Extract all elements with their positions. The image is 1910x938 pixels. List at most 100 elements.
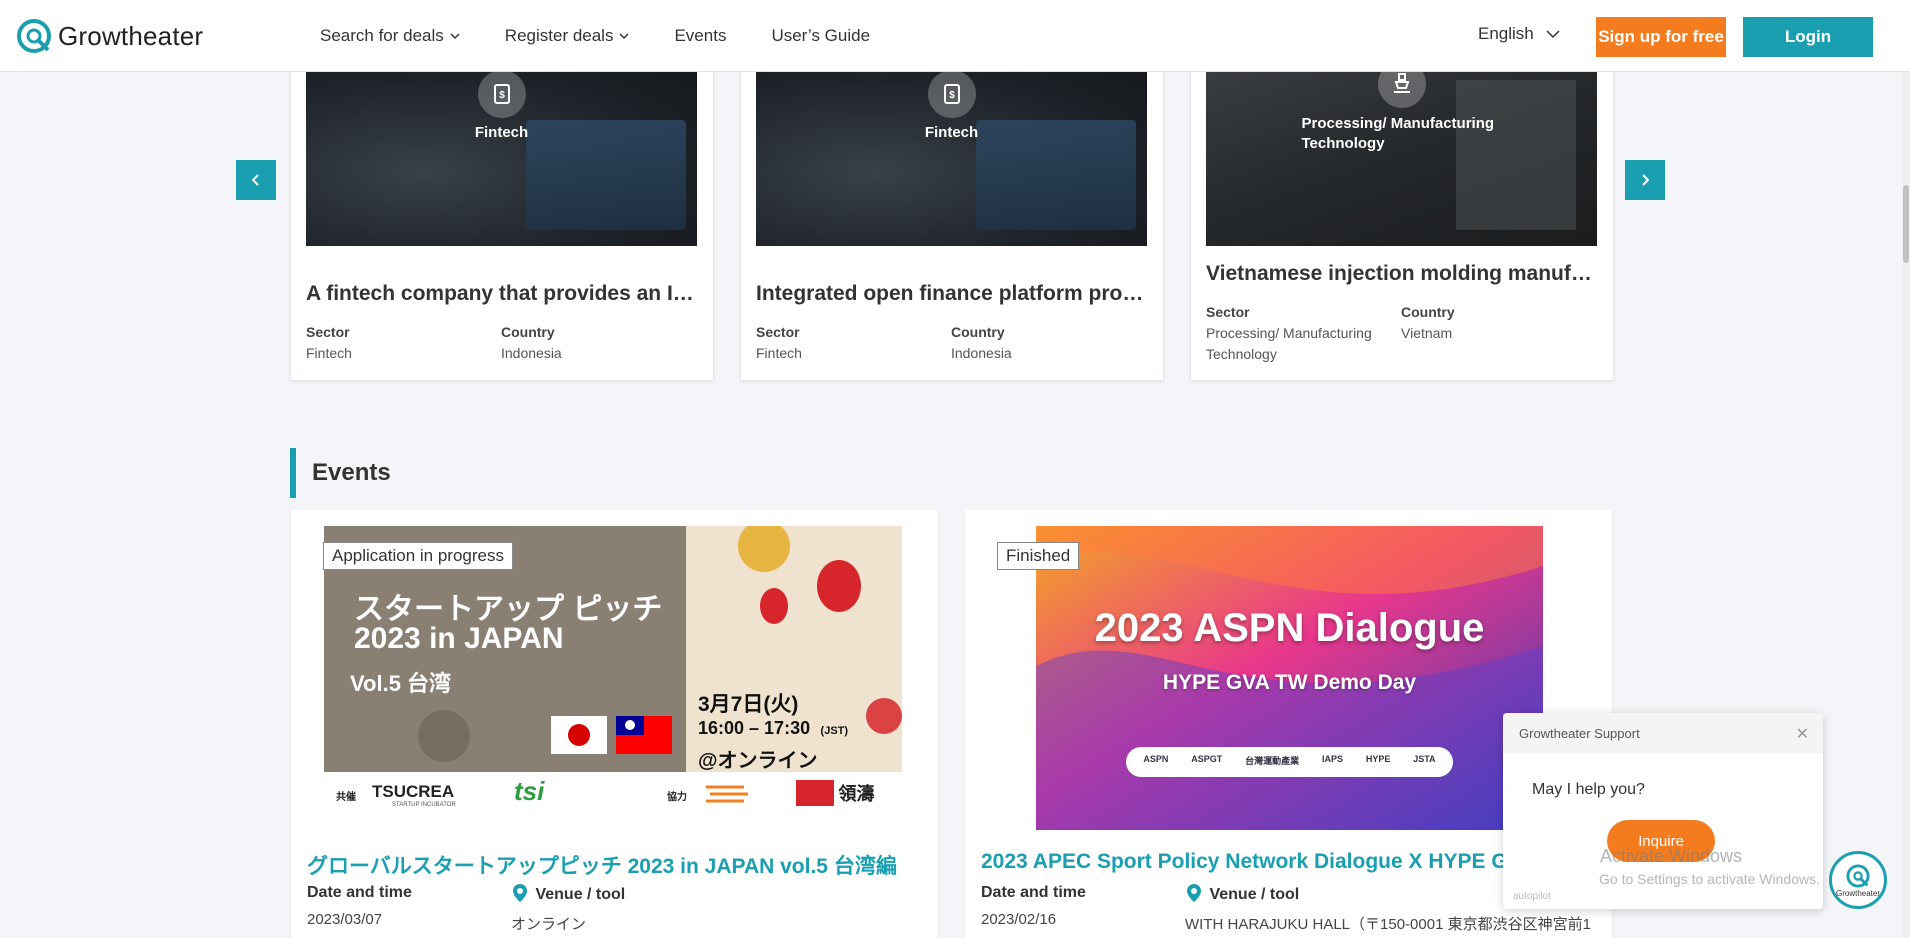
event-banner-image: 2023 ASPN Dialogue HYPE GVA TW Demo Day … bbox=[1036, 526, 1543, 830]
chevron-right-icon bbox=[1642, 174, 1650, 186]
banner-subtitle: HYPE GVA TW Demo Day bbox=[1162, 671, 1417, 694]
nav-label: User’s Guide bbox=[771, 26, 871, 45]
chevron-down-icon bbox=[450, 33, 460, 40]
scrollbar-thumb[interactable] bbox=[1903, 185, 1909, 263]
banner-online: @オンライン bbox=[698, 750, 818, 772]
banner-timezone: (JST) bbox=[820, 725, 849, 737]
windows-activation-title: Activate Windows bbox=[1600, 846, 1743, 866]
partner-logo-graphic bbox=[706, 785, 748, 803]
sponsor-logo: HYPE bbox=[1365, 754, 1391, 764]
deal-image: Processing/ Manufacturing Technology bbox=[1206, 60, 1597, 246]
event-venue-label: Venue / tool bbox=[513, 884, 625, 904]
banner-time-row: 16:00 – 17:30 (JST) bbox=[698, 718, 848, 739]
linkage-logo-mark bbox=[796, 780, 834, 806]
site-header: Growtheater Search for deals Register de… bbox=[0, 0, 1910, 72]
event-venue-value: オンライン bbox=[511, 916, 587, 933]
banner-date: 3月7日(火) bbox=[698, 693, 799, 716]
svg-text:$: $ bbox=[499, 90, 505, 101]
nav-events[interactable]: Events bbox=[674, 26, 726, 46]
nav-label: Register deals bbox=[504, 26, 614, 45]
carousel-prev-button[interactable] bbox=[236, 160, 276, 200]
deal-country-value: Indonesia bbox=[951, 345, 1012, 361]
chevron-down-icon bbox=[1546, 30, 1560, 39]
nav-users-guide[interactable]: User’s Guide bbox=[771, 26, 870, 46]
deal-sector-value: Fintech bbox=[306, 345, 352, 361]
event-date-label: Date and time bbox=[307, 884, 412, 901]
event-card[interactable]: スタートアップ ピッチ 2023 in JAPAN Vol.5 台湾 3月7日(… bbox=[291, 510, 938, 938]
banner-title: 2023 ASPN Dialogue bbox=[1094, 606, 1485, 650]
event-date-value: 2023/02/16 bbox=[981, 911, 1057, 928]
banner-time: 16:00 – 17:30 bbox=[698, 718, 811, 738]
main-nav: Search for deals Register deals Events U… bbox=[320, 0, 915, 72]
deal-image: $ Fintech bbox=[756, 60, 1147, 246]
deal-sector-label: Sector bbox=[756, 324, 800, 340]
linkage-logo: 領濤 bbox=[796, 780, 874, 806]
deal-title[interactable]: A fintech company that provides an IT… bbox=[306, 282, 701, 306]
growtheater-logo-icon bbox=[1846, 863, 1870, 888]
deal-image: $ Fintech bbox=[306, 60, 697, 246]
nav-label: Events bbox=[674, 26, 727, 45]
location-pin-icon bbox=[513, 884, 527, 902]
signup-button[interactable]: Sign up for free bbox=[1596, 17, 1726, 57]
tsi-logo: tsi bbox=[514, 776, 545, 806]
event-venue-label-text: Venue / tool bbox=[535, 886, 626, 903]
windows-activation-subtitle: Go to Settings to activate Windows. bbox=[1599, 871, 1820, 887]
support-title: Growtheater Support bbox=[1519, 725, 1640, 741]
deal-country-label: Country bbox=[501, 324, 555, 340]
deal-card[interactable]: $ Fintech A fintech company that provide… bbox=[291, 60, 713, 380]
deal-sector-badge: Fintech bbox=[924, 124, 979, 141]
chat-launcher-label: Growtheater bbox=[1835, 888, 1881, 898]
deal-sector-label: Sector bbox=[1206, 304, 1250, 320]
sponsor-logo: ASPGT bbox=[1191, 754, 1223, 764]
event-venue-label: Venue / tool bbox=[1187, 884, 1299, 904]
deal-sector-value: Processing/ Manufacturing Technology bbox=[1206, 325, 1372, 362]
language-selector[interactable]: English bbox=[1478, 24, 1560, 44]
fintech-icon: $ bbox=[927, 70, 976, 118]
deal-sector-badge: Processing/ Manufacturing Technology bbox=[1301, 115, 1495, 152]
deal-country-value: Indonesia bbox=[501, 345, 562, 361]
banner-cohost-label: 共催 bbox=[336, 792, 356, 803]
language-label: English bbox=[1478, 24, 1534, 43]
deal-country-value: Vietnam bbox=[1401, 325, 1453, 341]
location-pin-icon bbox=[1187, 884, 1201, 902]
nav-register-deals[interactable]: Register deals bbox=[505, 26, 630, 46]
banner-line-3: Vol.5 台湾 bbox=[350, 671, 452, 696]
event-date-label: Date and time bbox=[981, 884, 1086, 901]
deal-title[interactable]: Integrated open finance platform pro… bbox=[756, 282, 1151, 306]
banner-logo-row: ASPN ASPGT 台灣運動產業 IAPS HYPE JSTA bbox=[1132, 754, 1447, 767]
chat-launcher-button[interactable]: Growtheater bbox=[1829, 851, 1887, 909]
close-icon[interactable]: ✕ bbox=[1796, 724, 1809, 744]
tsucrea-logo-subtitle: STARTUP INCUBATOR bbox=[392, 802, 456, 808]
login-button[interactable]: Login bbox=[1743, 17, 1873, 57]
nav-search-deals[interactable]: Search for deals bbox=[320, 26, 460, 46]
event-status-badge: Application in progress bbox=[323, 542, 513, 570]
deal-country-label: Country bbox=[951, 324, 1005, 340]
partner-logo bbox=[704, 781, 750, 807]
banner-line-2: 2023 in JAPAN bbox=[354, 622, 564, 655]
carousel-next-button[interactable] bbox=[1625, 160, 1665, 200]
chevron-down-icon bbox=[619, 33, 629, 40]
event-title[interactable]: 2023 APEC Sport Policy Network Dialogue … bbox=[981, 850, 1561, 874]
growtheater-logo-icon bbox=[17, 19, 51, 53]
linkage-logo-text: 領濤 bbox=[838, 784, 875, 804]
logo-text: Growtheater bbox=[58, 20, 204, 51]
event-status-badge: Finished bbox=[997, 542, 1080, 570]
chevron-left-icon bbox=[251, 174, 259, 186]
support-header: Growtheater Support ✕ bbox=[1503, 713, 1823, 753]
sponsor-logo: ASPN bbox=[1143, 754, 1169, 764]
sponsor-logo: JSTA bbox=[1413, 754, 1436, 764]
deal-country-label: Country bbox=[1401, 304, 1455, 320]
event-venue-label-text: Venue / tool bbox=[1209, 886, 1300, 903]
deal-card[interactable]: Processing/ Manufacturing Technology Vie… bbox=[1191, 60, 1613, 380]
logo[interactable]: Growtheater bbox=[16, 18, 203, 54]
event-title[interactable]: グローバルスタートアップピッチ 2023 in JAPAN vol.5 台湾編 bbox=[307, 850, 897, 880]
fintech-icon: $ bbox=[477, 70, 526, 118]
autopilot-footer: autopilot bbox=[1513, 891, 1551, 902]
nav-label: Search for deals bbox=[320, 26, 444, 45]
deal-sector-badge: Fintech bbox=[474, 124, 529, 141]
deal-title[interactable]: Vietnamese injection molding manuf… bbox=[1206, 262, 1601, 286]
deal-card[interactable]: $ Fintech Integrated open finance platfo… bbox=[741, 60, 1163, 380]
page-scrollbar[interactable] bbox=[1902, 0, 1910, 938]
events-section-heading: Events bbox=[290, 448, 391, 498]
sponsor-logo: 台灣運動產業 bbox=[1245, 756, 1300, 766]
